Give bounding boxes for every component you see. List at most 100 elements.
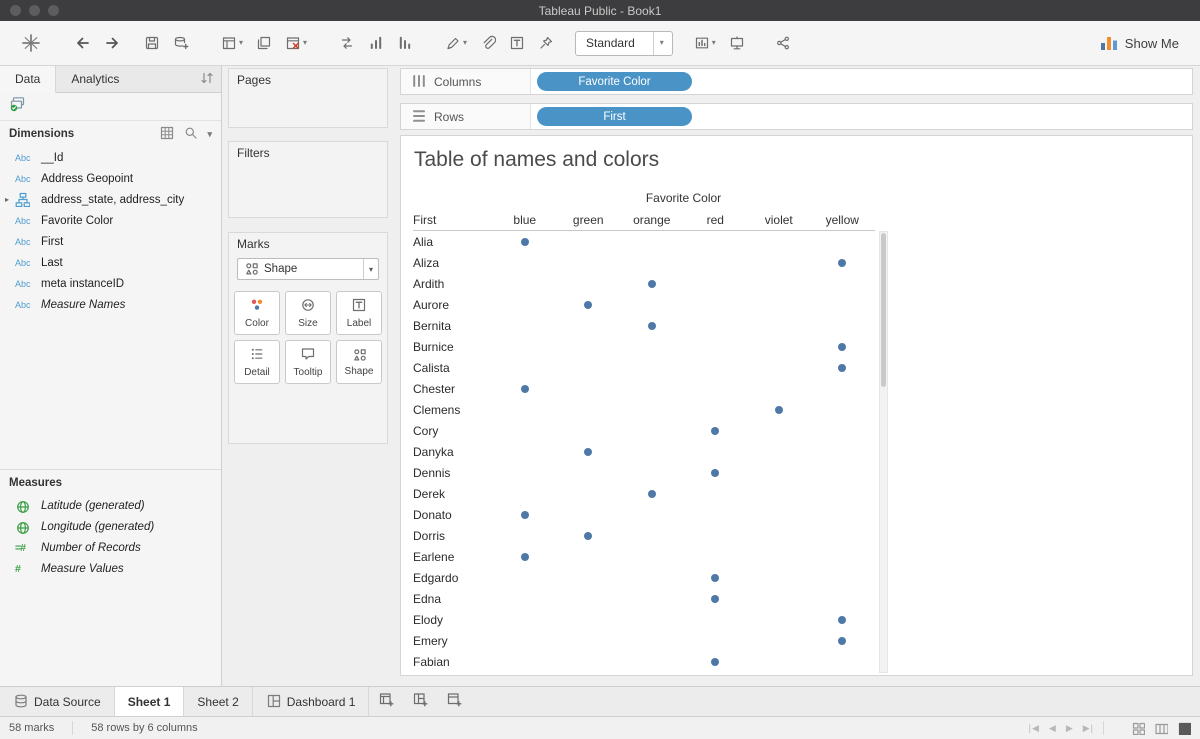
undo-button[interactable] (70, 31, 96, 55)
tableau-logo[interactable] (16, 29, 46, 57)
rows-label-text: Rows (434, 109, 465, 124)
dimension-first[interactable]: Abc First (0, 231, 221, 252)
tooltip-button[interactable]: Tooltip (285, 340, 331, 384)
shape-mark[interactable] (838, 615, 847, 624)
mark-type-selector[interactable]: Shape ▾ (237, 258, 379, 280)
sort-descending-button[interactable] (392, 31, 418, 55)
shape-mark[interactable] (584, 531, 593, 540)
columns-pill-favorite-color[interactable]: Favorite Color (537, 72, 692, 91)
dimension-measure-names[interactable]: Abc Measure Names (0, 294, 221, 315)
label-button[interactable]: Label (336, 291, 382, 335)
dropdown-caret-icon[interactable]: ▾ (362, 259, 378, 279)
tab-sheet-1[interactable]: Sheet 1 (114, 687, 185, 716)
sheet-sorter-icon[interactable] (1131, 721, 1145, 735)
viz-canvas[interactable]: Table of names and colors Favorite Color… (400, 135, 1193, 676)
save-button[interactable] (139, 31, 165, 55)
swap-panes-icon[interactable] (199, 70, 213, 89)
presentation-mode-button[interactable] (724, 31, 750, 55)
fix-axes-button[interactable] (533, 31, 559, 55)
shape-mark[interactable] (838, 342, 847, 351)
vertical-scrollbar[interactable] (879, 231, 888, 673)
measure-measure-values[interactable]: # Measure Values (0, 558, 221, 579)
find-field-icon[interactable] (183, 125, 198, 143)
shape-mark[interactable] (711, 594, 720, 603)
shape-mark[interactable] (584, 447, 593, 456)
shape-mark[interactable] (520, 552, 529, 561)
columns-shelf[interactable]: Columns Favorite Color (400, 68, 1193, 95)
shape-mark[interactable] (647, 321, 656, 330)
shape-mark[interactable] (711, 426, 720, 435)
zoom-button[interactable] (48, 5, 59, 16)
previous-icon[interactable]: ◀ (1049, 723, 1057, 734)
new-worksheet-tab-button[interactable] (369, 687, 403, 716)
row-label: Bernita (413, 318, 452, 333)
shape-mark[interactable] (711, 573, 720, 582)
shape-button[interactable]: Shape (336, 340, 382, 384)
expand-arrow-icon[interactable]: ▸ (5, 195, 15, 204)
add-data-button[interactable] (168, 31, 194, 55)
shape-mark[interactable] (520, 237, 529, 246)
duplicate-button[interactable] (251, 31, 277, 55)
dimension-address-geopoint[interactable]: Abc Address Geopoint (0, 168, 221, 189)
sheet-title[interactable]: Table of names and colors (414, 148, 659, 172)
skip-last-icon[interactable]: ▶| (1083, 723, 1094, 734)
shape-mark[interactable] (838, 636, 847, 645)
new-dashboard-button[interactable] (403, 687, 437, 716)
filters-shelf[interactable]: Filters (228, 141, 388, 218)
new-story-button[interactable] (437, 687, 471, 716)
view-data-icon[interactable] (159, 125, 174, 143)
measure-number-of-records[interactable]: =# Number of Records (0, 537, 221, 558)
swap-axes-button[interactable] (334, 31, 360, 55)
sort-ascending-button[interactable] (363, 31, 389, 55)
show-tabs-icon[interactable] (1177, 721, 1191, 735)
measure-longitude-generated[interactable]: Longitude (generated) (0, 516, 221, 537)
shape-mark[interactable] (774, 405, 783, 414)
size-button[interactable]: Size (285, 291, 331, 335)
highlight-button[interactable]: ▾ (440, 31, 472, 55)
skip-first-icon[interactable]: |◀ (1029, 723, 1040, 734)
group-members-button[interactable] (475, 31, 501, 55)
shape-mark[interactable] (647, 489, 656, 498)
shape-mark[interactable] (838, 363, 847, 372)
shape-mark[interactable] (584, 300, 593, 309)
tab-data[interactable]: Data (0, 66, 57, 93)
fit-selector[interactable]: Standard ▾ (575, 30, 673, 56)
pages-shelf[interactable]: Pages (228, 68, 388, 128)
rows-pill-first[interactable]: First (537, 107, 692, 126)
scrollbar-thumb[interactable] (881, 233, 886, 387)
dimension-last[interactable]: Abc Last (0, 252, 221, 273)
close-button[interactable] (10, 5, 21, 16)
tab-data-source[interactable]: Data Source (0, 687, 115, 716)
color-button[interactable]: Color (234, 291, 280, 335)
shape-mark[interactable] (711, 657, 720, 666)
show-me-button[interactable]: Show Me (1095, 31, 1184, 55)
tab-dashboard-1[interactable]: Dashboard 1 (253, 687, 370, 716)
presentation-icon (729, 35, 745, 51)
new-worksheet-button[interactable]: ▾ (216, 31, 248, 55)
shape-mark[interactable] (520, 510, 529, 519)
dimension-address-state-address-city[interactable]: ▸ address_state, address_city (0, 189, 221, 210)
detail-button[interactable]: Detail (234, 340, 280, 384)
dimension-id[interactable]: Abc __Id (0, 147, 221, 168)
dimension-favorite-color[interactable]: Abc Favorite Color (0, 210, 221, 231)
share-button[interactable] (770, 31, 796, 55)
next-icon[interactable]: ▶ (1066, 723, 1074, 734)
minimize-button[interactable] (29, 5, 40, 16)
tab-analytics[interactable]: Analytics (56, 66, 221, 92)
shape-mark[interactable] (647, 279, 656, 288)
show-mark-labels-button[interactable] (504, 31, 530, 55)
dimension-meta-instanceid[interactable]: Abc meta instanceID (0, 273, 221, 294)
filmstrip-icon[interactable] (1154, 721, 1168, 735)
fields-menu-caret-icon[interactable]: ▾ (207, 129, 212, 139)
clear-sheet-button[interactable]: ▾ (280, 31, 312, 55)
redo-button[interactable] (99, 31, 125, 55)
show-hide-cards-button[interactable]: ▾ (689, 31, 721, 55)
rows-shelf[interactable]: Rows First (400, 103, 1193, 130)
shape-mark[interactable] (711, 468, 720, 477)
data-source-row[interactable] (0, 93, 221, 121)
row-label: Fabian (413, 654, 450, 669)
shape-mark[interactable] (838, 258, 847, 267)
measure-latitude-generated[interactable]: Latitude (generated) (0, 495, 221, 516)
shape-mark[interactable] (520, 384, 529, 393)
tab-sheet-2[interactable]: Sheet 2 (184, 687, 253, 716)
